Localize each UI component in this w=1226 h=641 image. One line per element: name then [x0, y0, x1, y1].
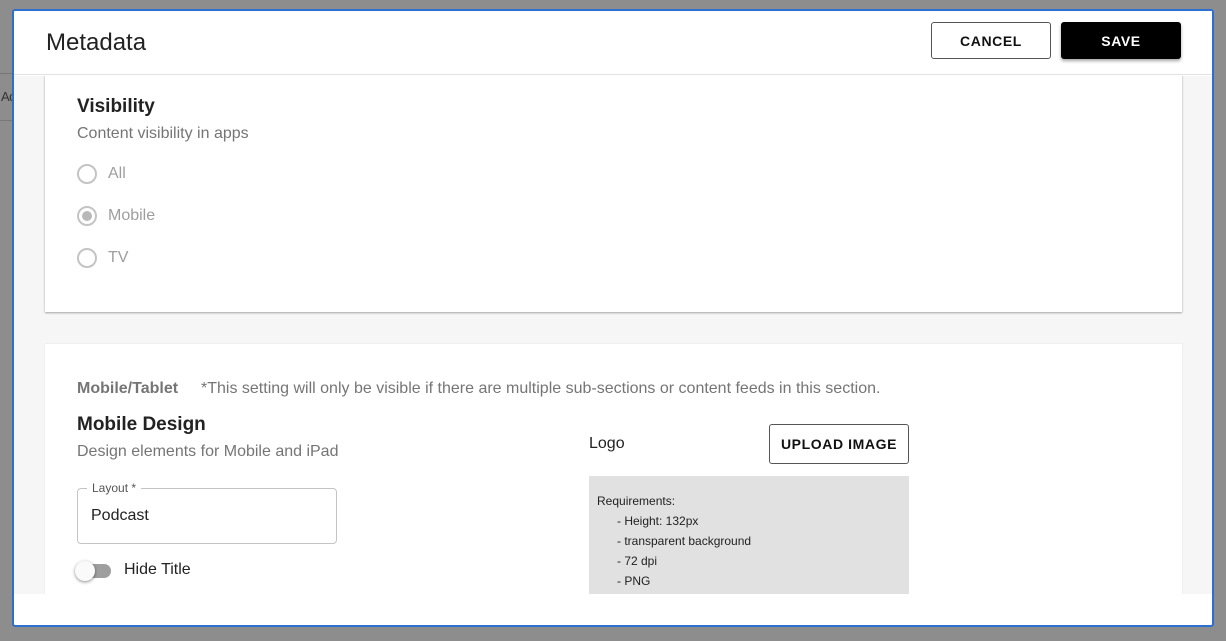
visibility-title: Visibility [77, 96, 155, 117]
requirement-item: - transparent background [617, 534, 752, 548]
requirement-item: - PNG [617, 574, 651, 588]
layout-input[interactable] [91, 507, 321, 525]
backdrop-divider [0, 120, 12, 121]
mobile-design-card: Mobile/Tablet *This setting will only be… [45, 344, 1182, 594]
layout-field[interactable]: Layout * [77, 481, 337, 544]
hide-title-label: Hide Title [124, 561, 191, 578]
cancel-button[interactable]: CANCEL [931, 22, 1051, 59]
requirements-title: Requirements: [597, 494, 676, 508]
visibility-note: *This setting will only be visible if th… [201, 380, 881, 397]
visibility-subtitle: Content visibility in apps [77, 125, 249, 142]
logo-label: Logo [589, 435, 625, 452]
radio-mobile[interactable] [77, 206, 97, 226]
dialog-content[interactable]: Visibility Content visibility in apps Al… [14, 76, 1212, 594]
requirement-item: - Height: 132px [617, 514, 699, 528]
radio-option-all[interactable]: All [77, 164, 126, 184]
mobile-tablet-tag: Mobile/Tablet [77, 380, 179, 397]
dialog-header: Metadata CANCEL SAVE [14, 11, 1212, 75]
layout-field-label: Layout * [87, 481, 142, 495]
mobile-design-subtitle: Design elements for Mobile and iPad [77, 443, 339, 460]
radio-label-all: All [108, 165, 126, 182]
radio-option-mobile[interactable]: Mobile [77, 206, 155, 226]
radio-option-tv[interactable]: TV [77, 248, 128, 268]
save-button[interactable]: SAVE [1061, 22, 1181, 59]
radio-label-tv: TV [108, 249, 129, 266]
requirement-item: - 72 dpi [617, 554, 658, 568]
metadata-dialog: Metadata CANCEL SAVE Visibility Content … [12, 9, 1214, 627]
visibility-card: Visibility Content visibility in apps Al… [45, 76, 1182, 312]
mobile-design-title: Mobile Design [77, 414, 206, 435]
radio-tv[interactable] [77, 248, 97, 268]
radio-all[interactable] [77, 164, 97, 184]
upload-image-button[interactable]: UPLOAD IMAGE [769, 424, 909, 464]
requirements-box: Requirements: - Height: 132px - transpar… [589, 476, 909, 594]
dialog-title: Metadata [46, 29, 147, 56]
toggle-thumb[interactable] [75, 561, 95, 581]
hide-title-toggle[interactable] [75, 560, 115, 582]
backdrop-divider [0, 73, 12, 74]
radio-label-mobile: Mobile [108, 207, 156, 224]
